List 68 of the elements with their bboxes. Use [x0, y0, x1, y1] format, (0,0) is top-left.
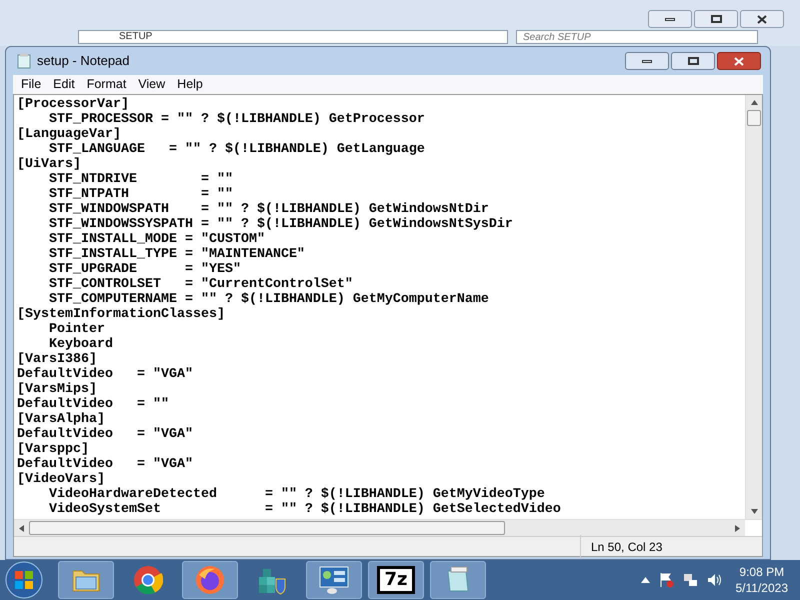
code-line: STF_NTDRIVE = "" — [48, 172, 233, 187]
window-title: setup - Notepad — [37, 52, 130, 70]
scroll-left-arrow-icon[interactable] — [19, 524, 24, 532]
scroll-thumb[interactable] — [747, 110, 761, 126]
maximize-button[interactable] — [671, 52, 715, 70]
vertical-scrollbar[interactable] — [745, 95, 762, 519]
taskbar-button[interactable] — [306, 561, 362, 599]
notepad-icon — [17, 53, 31, 69]
clock[interactable]: 9:08 PM 5/11/2023 — [736, 564, 788, 596]
code-line: STF_PROCESSOR = "" ? $(!LIBHANDLE) GetProcessor — [48, 112, 425, 127]
taskbar-button[interactable] — [430, 561, 486, 599]
code-line: DefaultVideo = "" — [17, 397, 169, 412]
code-line: STF_CONTROLSET = "CurrentControlSet" — [48, 277, 353, 292]
code-line: DefaultVideo = "VGA" — [17, 427, 193, 442]
taskbar-button[interactable]: 7z — [368, 561, 424, 599]
code-line: [SystemInformationClasses] — [17, 307, 225, 322]
minimize-button[interactable] — [648, 10, 692, 28]
close-icon — [734, 56, 744, 66]
menu-item[interactable]: Format — [80, 75, 132, 94]
code-line: STF_UPGRADE = "YES" — [48, 262, 241, 277]
archiver-logo: 7z — [377, 566, 414, 594]
code-line: [Varsppc] — [17, 442, 89, 457]
network-icon[interactable] — [682, 572, 698, 588]
address-bar[interactable]: SETUP — [78, 30, 508, 44]
cursor-position: Ln 50, Col 23 — [591, 540, 662, 554]
volume-icon[interactable] — [706, 572, 722, 588]
menu-item[interactable]: View — [132, 75, 172, 94]
code-line: STF_LANGUAGE = "" ? $(!LIBHANDLE) GetLanguage — [48, 142, 425, 157]
code-line: STF_INSTALL_MODE = "CUSTOM" — [48, 232, 265, 247]
code-line: DefaultVideo = "VGA" — [17, 457, 193, 472]
code-line: [LanguageVar] — [17, 127, 121, 142]
horizontal-scrollbar[interactable] — [14, 520, 745, 536]
code-line: [VideoVars] — [17, 472, 105, 487]
code-line: [UiVars] — [17, 157, 81, 172]
show-hidden-icons-button[interactable] — [640, 577, 650, 583]
scroll-thumb[interactable] — [29, 521, 505, 535]
menu-item[interactable]: File — [15, 75, 48, 94]
code-line: STF_COMPUTERNAME = "" ? $(!LIBHANDLE) GetMyComputerName — [48, 292, 489, 307]
code-line: VideoSystemSet = "" ? $(!LIBHANDLE) GetSelectedVideo — [48, 502, 561, 517]
maximize-button[interactable] — [694, 10, 738, 28]
scroll-right-arrow-icon[interactable] — [735, 524, 740, 532]
code-line: STF_WINDOWSSYSPATH = "" ? $(!LIBHANDLE) GetWindowsNtSysDir — [48, 217, 513, 232]
close-icon — [757, 14, 767, 24]
browser-icon — [195, 565, 225, 595]
scroll-down-arrow-icon[interactable] — [750, 509, 758, 514]
browser-icon — [133, 565, 163, 595]
scroll-up-arrow-icon[interactable] — [750, 100, 758, 105]
close-button[interactable] — [717, 52, 761, 70]
code-line: Keyboard — [48, 337, 113, 352]
code-line: [VarsI386] — [17, 352, 97, 367]
code-line: DefaultVideo = "VGA" — [17, 367, 193, 382]
code-line: [ProcessorVar] — [17, 97, 129, 112]
code-line: [VarsMips] — [17, 382, 97, 397]
menu-item[interactable]: Edit — [47, 75, 81, 94]
taskbar-button[interactable] — [182, 561, 238, 599]
code-line: STF_INSTALL_TYPE = "MAINTENANCE" — [48, 247, 305, 262]
search-field[interactable]: Search SETUP — [516, 30, 758, 44]
menu-item[interactable]: Help — [171, 75, 209, 94]
code-line: VideoHardwareDetected = "" ? $(!LIBHANDLE) GetMyVideoType — [48, 487, 545, 502]
close-button[interactable] — [740, 10, 784, 28]
code-line: STF_WINDOWSPATH = "" ? $(!LIBHANDLE) GetWindowsNtDir — [48, 202, 489, 217]
minimize-button[interactable] — [625, 52, 669, 70]
flag-icon[interactable] — [658, 572, 674, 588]
code-line: [VarsAlpha] — [17, 412, 105, 427]
code-line: Pointer — [48, 322, 105, 337]
start-button[interactable] — [4, 561, 44, 599]
control-panel-icon — [318, 565, 350, 595]
code-line: STF_NTPATH = "" — [48, 187, 233, 202]
